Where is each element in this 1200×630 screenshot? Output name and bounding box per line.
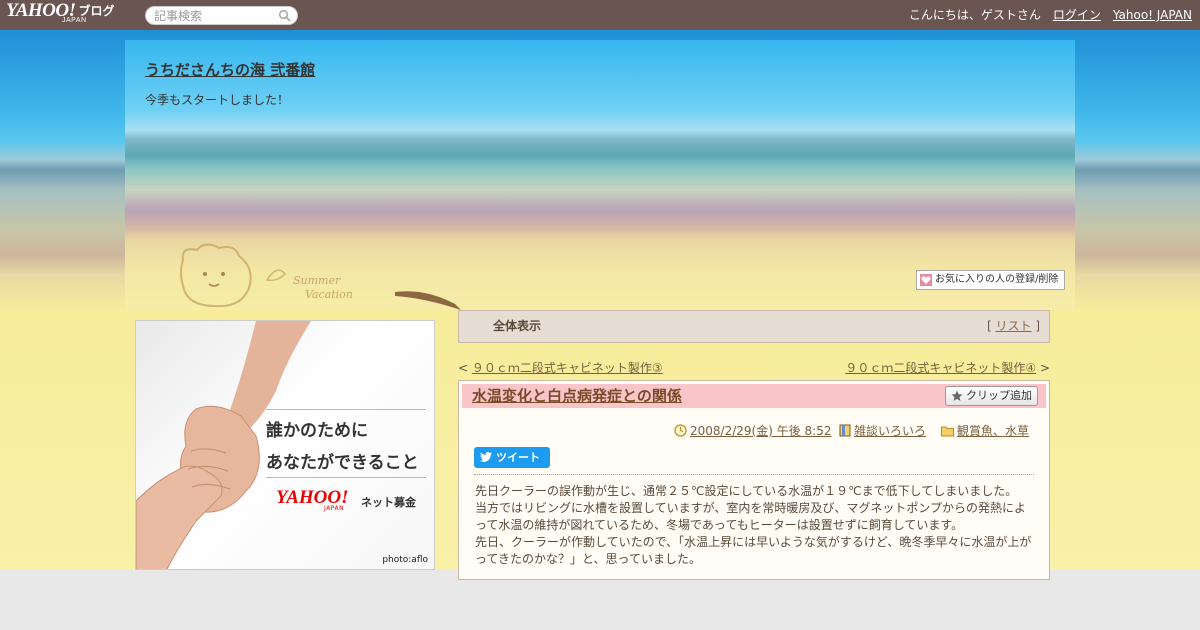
search-input[interactable] xyxy=(154,9,274,23)
folder-link[interactable]: 観賞魚、水草 xyxy=(957,424,1029,438)
ad-divider-bottom xyxy=(266,477,426,478)
ad-headline-2: あなたができること xyxy=(266,453,419,473)
summer-vacation-sand-drawing: Summer Vacation xyxy=(180,243,461,310)
yahoo-blog-logo[interactable]: YAHOO! JAPAN ブログ xyxy=(6,1,115,28)
ad-service-name: ネット募金 xyxy=(361,496,416,509)
favorite-heart-icon xyxy=(920,274,932,286)
folder-icon xyxy=(941,426,954,437)
login-link[interactable]: ログイン xyxy=(1053,8,1101,22)
svg-text:Vacation: Vacation xyxy=(305,288,353,301)
article-paragraph: 先日、クーラーが作動していたので、「水温上昇には早いような気がするけど、晩冬季早… xyxy=(475,535,1032,566)
greeting-text: こんにちは、ゲストさん xyxy=(908,8,1041,22)
star-icon xyxy=(951,390,963,401)
donation-ad-banner[interactable]: 誰かのために あなたができること YAHOO! JAPAN ネット募金 phot… xyxy=(135,320,435,570)
ad-yahoo-logo-sub: JAPAN xyxy=(324,505,345,512)
next-article-link[interactable]: ９０ｃｍ二段式キャビネット製作④ xyxy=(845,361,1036,375)
yahoo-logo-sub: JAPAN xyxy=(62,17,87,24)
search-icon[interactable] xyxy=(278,9,292,23)
holding-hands-image xyxy=(136,321,311,569)
svg-text:Summer: Summer xyxy=(293,274,341,287)
article-date-link[interactable]: 2008/2/29(金) 午後 8:52 xyxy=(690,424,831,438)
blog-title[interactable]: うちださんちの海 弐番館 xyxy=(145,61,315,79)
article-body: 先日クーラーの誤作動が生じ、通常２５℃設定にしている水温が１９℃まで低下してしま… xyxy=(475,483,1035,568)
global-header: YAHOO! JAPAN ブログ こんにちは、ゲストさん ログイン Yahoo!… xyxy=(0,0,1200,30)
list-link-wrapper: [ リスト ] xyxy=(986,319,1040,333)
ad-divider-top xyxy=(266,409,426,410)
article-title-band: 水温変化と白点病発症との関係 クリップ追加 xyxy=(462,384,1046,408)
yahoo-japan-link[interactable]: Yahoo! JAPAN xyxy=(1113,8,1192,22)
ad-headline-1: 誰かのために xyxy=(266,421,368,441)
view-mode-bar: 全体表示 [ リスト ] xyxy=(458,310,1050,343)
clip-add-label: クリップ追加 xyxy=(966,389,1032,402)
tweet-label: ツイート xyxy=(496,451,540,464)
favorite-register-button[interactable]: お気に入りの人の登録/削除 xyxy=(916,270,1065,290)
favorite-register-label: お気に入りの人の登録/削除 xyxy=(935,274,1059,285)
clip-add-button[interactable]: クリップ追加 xyxy=(945,386,1038,406)
ad-photo-credit: photo:aflo xyxy=(382,555,428,565)
tweet-button[interactable]: ツイート xyxy=(474,447,550,468)
list-link[interactable]: リスト xyxy=(995,319,1031,333)
article: 水温変化と白点病発症との関係 クリップ追加 2008/2/29(金) 午後 8:… xyxy=(458,380,1050,580)
article-title[interactable]: 水温変化と白点病発症との関係 xyxy=(472,387,682,405)
article-folder: 観賞魚、水草 xyxy=(941,424,1029,438)
twitter-bird-icon xyxy=(480,452,492,462)
blog-service-label: ブログ xyxy=(78,4,115,18)
blog-header: うちださんちの海 弐番館 今季もスタートしました！ Summer Vacatio… xyxy=(125,40,1075,310)
prev-article: < ９０ｃｍ二段式キャビネット製作③ xyxy=(458,361,663,375)
prev-article-link[interactable]: ９０ｃｍ二段式キャビネット製作③ xyxy=(472,361,663,375)
next-article: ９０ｃｍ二段式キャビネット製作④ > xyxy=(845,361,1050,375)
view-all-label: 全体表示 xyxy=(493,319,542,333)
blog-description: 今季もスタートしました！ xyxy=(145,93,290,107)
clock-icon xyxy=(674,424,687,437)
search-box xyxy=(145,6,298,25)
article-theme: 雑談いろいろ xyxy=(839,424,926,438)
user-nav: こんにちは、ゲストさん ログイン Yahoo! JAPAN xyxy=(909,8,1192,22)
article-divider xyxy=(474,474,1034,475)
notebook-icon xyxy=(839,424,851,437)
article-date: 2008/2/29(金) 午後 8:52 xyxy=(674,424,831,438)
article-paragraph: 先日クーラーの誤作動が生じ、通常２５℃設定にしている水温が１９℃まで低下してしま… xyxy=(475,484,1018,498)
theme-link[interactable]: 雑談いろいろ xyxy=(854,424,926,438)
article-paragraph: 当方ではリビングに水槽を設置していますが、室内を常時暖房及び、マグネットポンプか… xyxy=(475,501,1027,532)
